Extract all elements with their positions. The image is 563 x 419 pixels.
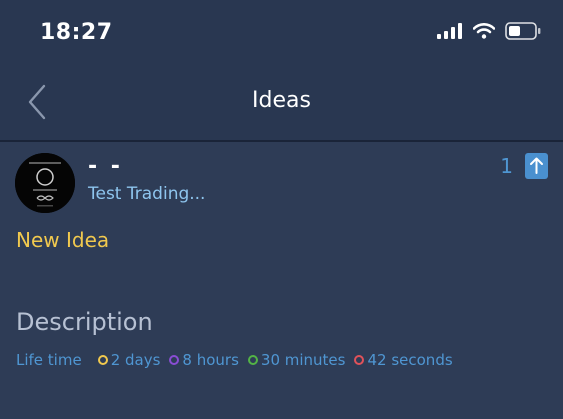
status-time: 18:27	[40, 20, 113, 45]
lifetime-days-value: 2 days	[110, 351, 161, 369]
status-icons	[437, 22, 541, 40]
battery-icon	[505, 22, 541, 40]
lifetime-seconds-value: 42 seconds	[367, 351, 453, 369]
vote-count: 1	[500, 154, 513, 178]
lifetime-hours: 8 hours	[169, 351, 239, 369]
lifetime-days: 2 days	[97, 351, 161, 369]
avatar[interactable]	[15, 153, 75, 213]
idea-card[interactable]: - - Test Trading... 1 New Idea Descripti…	[0, 142, 563, 419]
seconds-dot-icon	[354, 355, 365, 365]
lifetime-row: Life time 2 days 8 hours 30 minutes 42 s…	[16, 351, 462, 369]
lifetime-minutes: 30 minutes	[247, 351, 346, 369]
cellular-signal-icon	[437, 23, 462, 39]
lifetime-hours-value: 8 hours	[182, 351, 239, 369]
avatar-image	[15, 153, 75, 213]
page-title: Ideas	[252, 88, 311, 113]
lifetime-label: Life time	[16, 351, 82, 369]
idea-title: New Idea	[16, 228, 110, 252]
lifetime-minutes-value: 30 minutes	[260, 351, 346, 369]
arrow-up-icon	[530, 157, 543, 174]
days-dot-icon	[97, 355, 108, 365]
nav-bar: Ideas	[0, 64, 563, 142]
hours-dot-icon	[169, 355, 180, 365]
author-name[interactable]: - -	[88, 154, 123, 179]
lifetime-seconds: 42 seconds	[354, 351, 453, 369]
minutes-dot-icon	[247, 355, 258, 365]
author-subtitle: Test Trading...	[88, 184, 206, 204]
description-heading: Description	[16, 308, 153, 336]
upvote-button[interactable]	[525, 153, 548, 179]
wifi-icon	[473, 23, 495, 39]
status-bar: 18:27	[0, 0, 563, 64]
